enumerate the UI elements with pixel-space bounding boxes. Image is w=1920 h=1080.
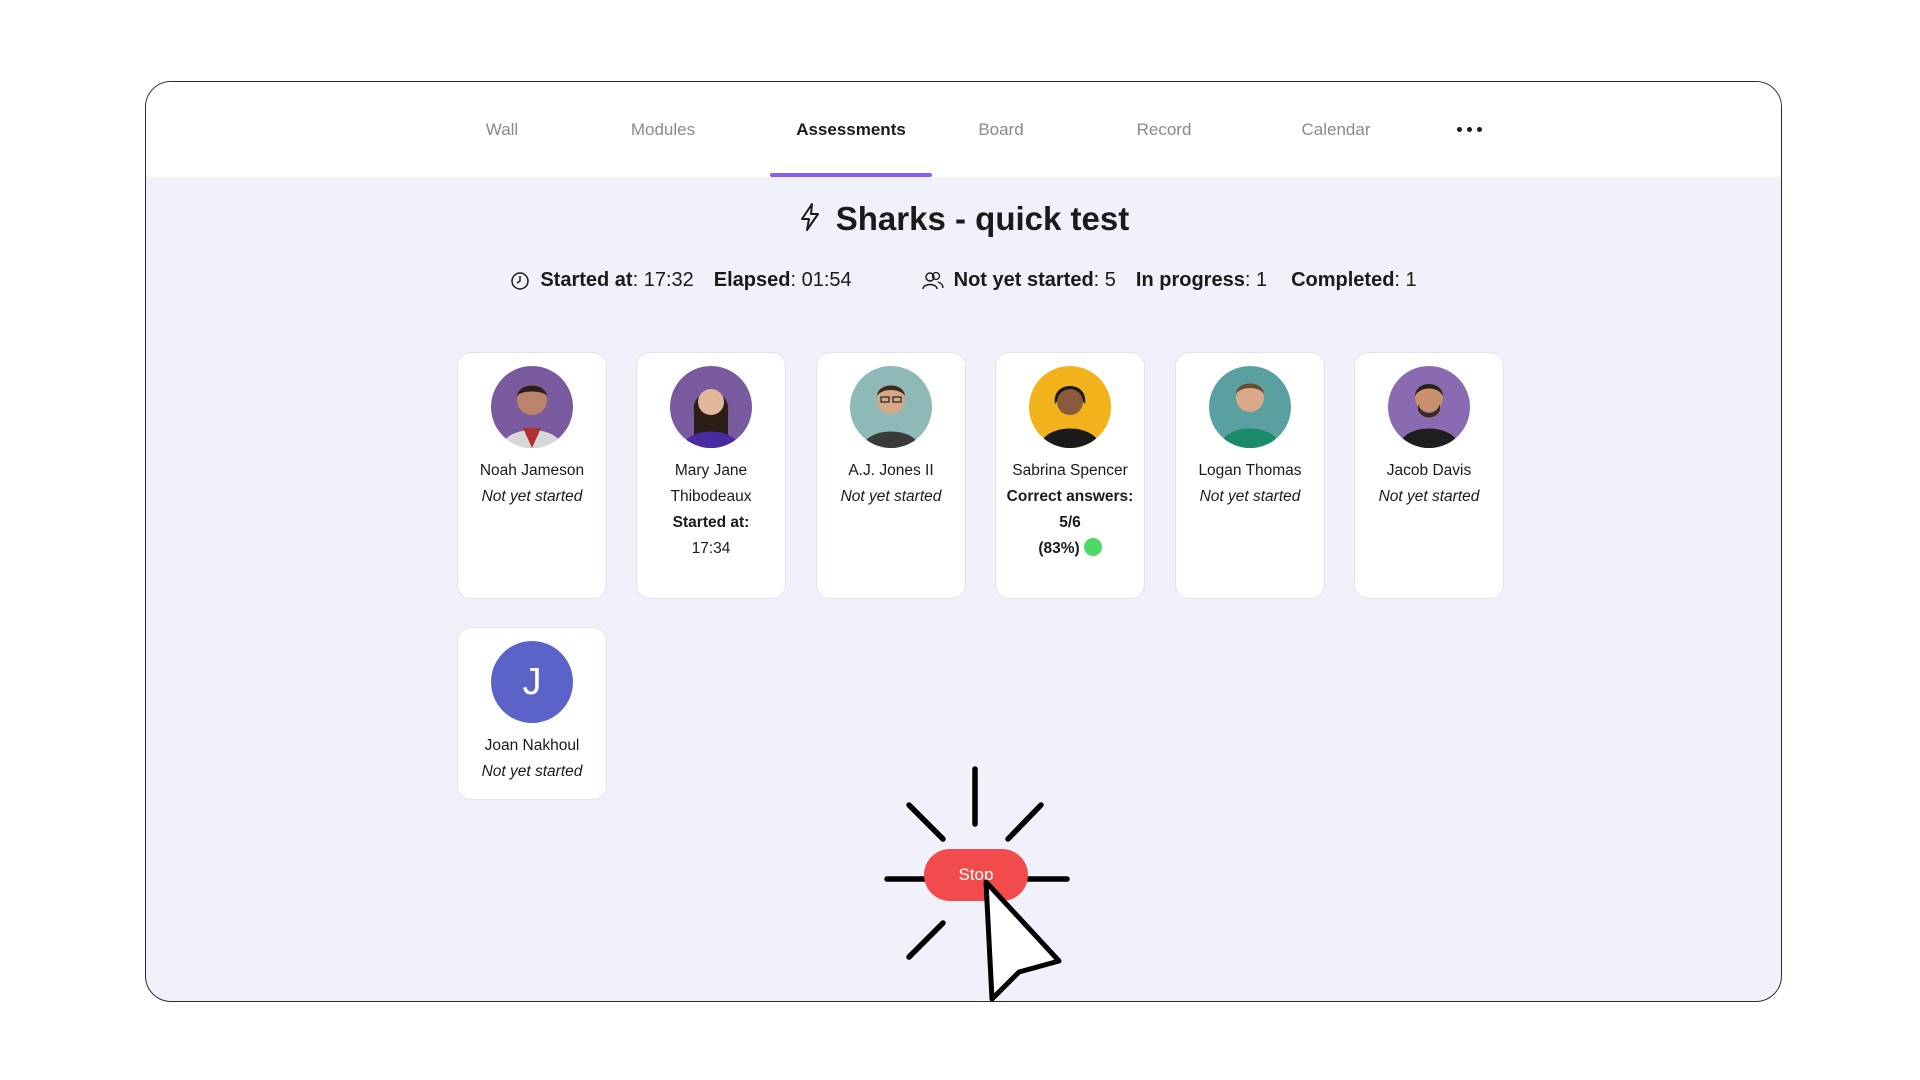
student-name: Mary Jane Thibodeaux <box>670 462 752 505</box>
student-name: A.J. Jones II <box>848 462 934 479</box>
in-progress-label: In progress <box>1135 269 1245 291</box>
elapsed-label: Elapsed <box>713 269 791 291</box>
session-stats: Started at: 17:32 Elapsed: 01:54 Not yet… <box>146 269 1781 292</box>
student-score: (83%) <box>996 536 1144 562</box>
lightning-bolt-icon <box>798 202 822 237</box>
student-card[interactable]: Mary Jane Thibodeaux Started at: 17:34 <box>636 352 786 599</box>
initial-avatar: J <box>491 641 573 723</box>
student-status-label: Started at: <box>672 514 750 531</box>
student-status: Not yet started <box>1199 488 1301 505</box>
avatar <box>1209 366 1291 448</box>
started-at-stat: Started at: 17:32 <box>540 269 693 292</box>
elapsed-value: : 01:54 <box>790 269 852 291</box>
not-started-stat: Not yet started: 5 <box>954 269 1116 292</box>
avatar <box>491 366 573 448</box>
top-navigation: Wall Modules Assessments Board Record Ca… <box>146 82 1781 177</box>
not-started-label: Not yet started <box>953 269 1094 291</box>
app-window: Wall Modules Assessments Board Record Ca… <box>145 81 1782 1002</box>
student-card[interactable]: J Joan Nakhoul Not yet started <box>457 627 607 800</box>
in-progress-value: : 1 <box>1244 269 1268 291</box>
completed-label: Completed <box>1291 269 1395 291</box>
tab-calendar[interactable]: Calendar <box>1276 82 1396 177</box>
avatar <box>1388 366 1470 448</box>
student-name: Jacob Davis <box>1386 462 1472 479</box>
started-label: Started at <box>540 269 633 291</box>
page-title: Sharks - quick test <box>835 200 1130 237</box>
in-progress-stat: In progress: 1 <box>1136 269 1267 292</box>
student-name: Noah Jameson <box>479 462 585 479</box>
student-name: Joan Nakhoul <box>484 737 580 754</box>
student-status: Not yet started <box>481 488 583 505</box>
avatar <box>1029 366 1111 448</box>
tab-wall[interactable]: Wall <box>457 82 547 177</box>
student-status: Not yet started <box>1378 488 1480 505</box>
student-card[interactable]: Sabrina Spencer Correct answers: 5/6 (83… <box>995 352 1145 599</box>
started-value: : 17:32 <box>632 269 694 291</box>
tab-modules[interactable]: Modules <box>608 82 718 177</box>
avatar <box>670 366 752 448</box>
student-name: Sabrina Spencer <box>1012 462 1128 479</box>
student-card[interactable]: Noah Jameson Not yet started <box>457 352 607 599</box>
avatar-initial: J <box>522 660 542 703</box>
student-card[interactable]: Logan Thomas Not yet started <box>1175 352 1325 599</box>
student-card[interactable]: Jacob Davis Not yet started <box>1354 352 1504 599</box>
student-card[interactable]: A.J. Jones II Not yet started <box>816 352 966 599</box>
status-dot <box>1083 538 1102 556</box>
completed-stat: Completed: 1 <box>1291 269 1417 292</box>
tab-board[interactable]: Board <box>956 82 1046 177</box>
student-status-value: 17:34 <box>691 540 731 557</box>
users-icon <box>921 271 944 291</box>
clock-icon <box>510 271 530 291</box>
completed-value: : 1 <box>1394 269 1417 291</box>
avatar <box>850 366 932 448</box>
tab-assessments[interactable]: Assessments <box>770 82 932 177</box>
stop-button[interactable]: Stop <box>924 849 1028 901</box>
student-name: Logan Thomas <box>1198 462 1302 479</box>
tab-record[interactable]: Record <box>1114 82 1214 177</box>
student-status-value: (83%) <box>1038 540 1080 557</box>
not-started-value: : 5 <box>1093 269 1116 291</box>
assessment-header: Sharks - quick test <box>146 200 1781 238</box>
student-status-label: Correct answers: 5/6 <box>1006 488 1134 531</box>
student-status: Not yet started <box>840 488 942 505</box>
more-horizontal-icon[interactable] <box>1457 82 1482 177</box>
student-status: Not yet started <box>481 763 583 780</box>
elapsed-stat: Elapsed: 01:54 <box>714 269 852 292</box>
